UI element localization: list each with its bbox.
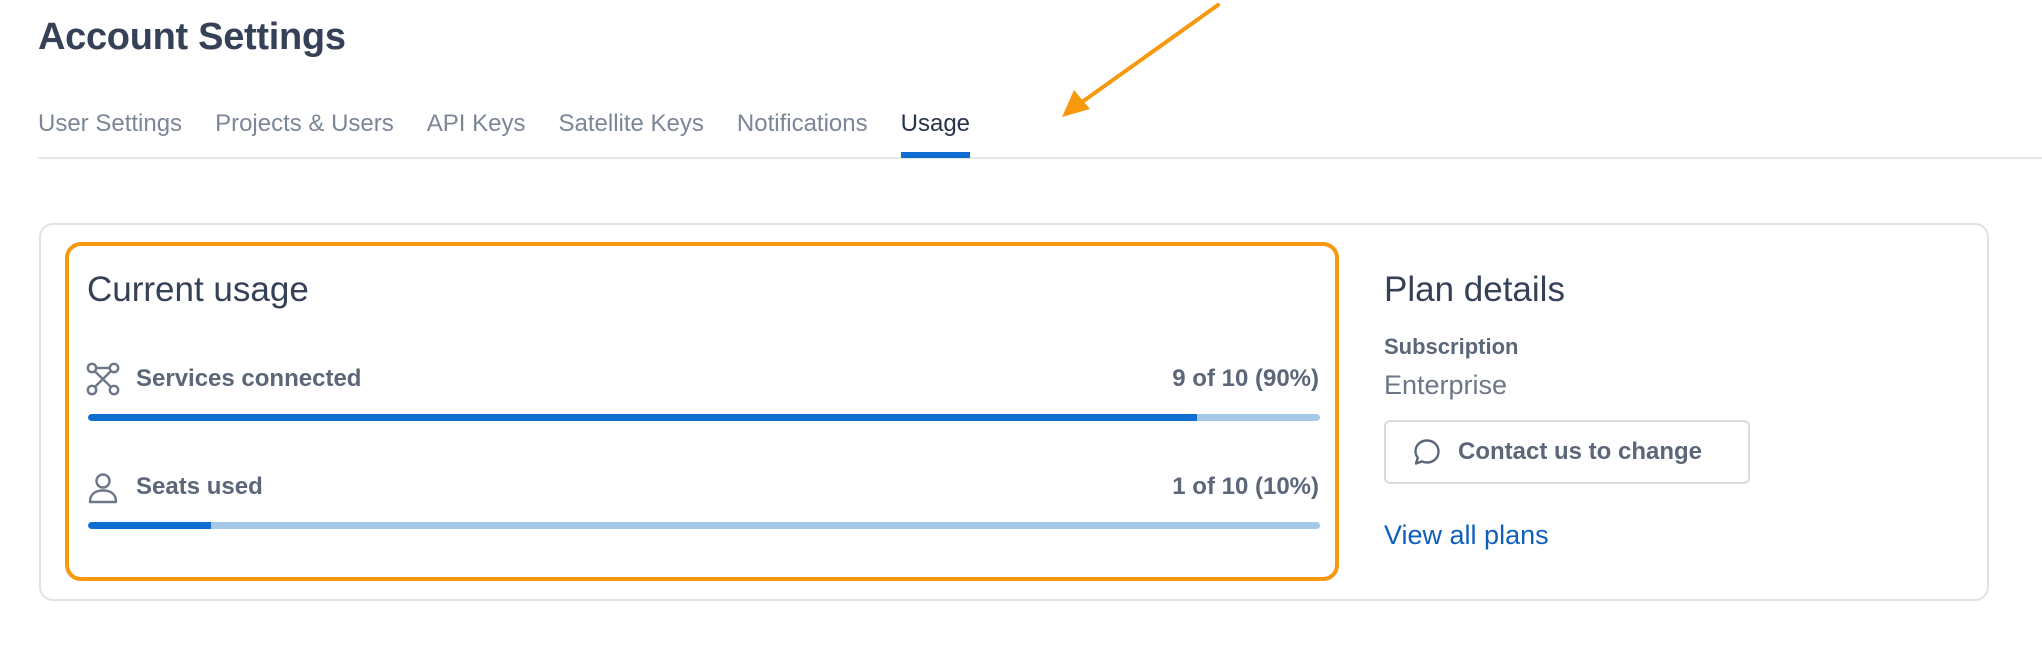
view-all-plans-link[interactable]: View all plans: [1384, 520, 1549, 551]
tab-projects-users[interactable]: Projects & Users: [215, 100, 394, 155]
seats-used-progress-bar: [88, 522, 1320, 529]
contact-us-button-label: Contact us to change: [1458, 438, 1703, 465]
services-connected-progress-fill: [88, 414, 1197, 421]
services-connected-icon: [86, 362, 120, 396]
annotation-arrow-icon: [1062, 3, 1220, 117]
seats-used-label: Seats used: [136, 473, 263, 500]
seats-used-progress-fill: [88, 522, 212, 529]
tab-notifications[interactable]: Notifications: [737, 100, 868, 155]
services-connected-progress-bar: [88, 414, 1320, 421]
tab-satellite-keys[interactable]: Satellite Keys: [559, 100, 704, 155]
tab-api-keys[interactable]: API Keys: [427, 100, 526, 155]
plan-details-title: Plan details: [1384, 270, 1565, 309]
subscription-value: Enterprise: [1384, 370, 1508, 400]
tab-usage[interactable]: Usage: [900, 100, 971, 158]
current-usage-title: Current usage: [87, 270, 309, 309]
chat-bubble-icon: [1414, 439, 1440, 465]
subscription-label: Subscription: [1384, 334, 1519, 359]
seats-used-value: 1 of 10 (10%): [1172, 473, 1319, 500]
contact-us-button[interactable]: Contact us to change: [1384, 420, 1750, 484]
services-connected-value: 9 of 10 (90%): [1172, 365, 1319, 392]
services-connected-label: Services connected: [136, 365, 362, 392]
page-title: Account Settings: [38, 16, 346, 58]
tab-user-settings[interactable]: User Settings: [38, 100, 182, 155]
user-icon: [88, 473, 118, 504]
